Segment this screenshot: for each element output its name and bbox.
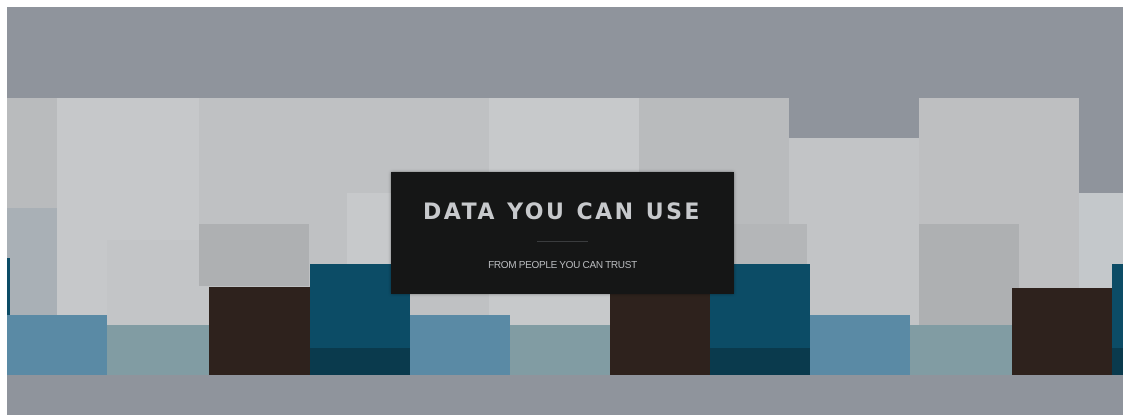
bg-panel	[347, 193, 397, 268]
brown-block	[209, 287, 310, 375]
steel-block	[7, 315, 107, 375]
navy-block	[710, 348, 810, 375]
top-band	[7, 7, 1123, 98]
sage-block	[107, 325, 209, 375]
navy-block	[310, 348, 410, 375]
navy-block	[1112, 348, 1123, 375]
sage-block	[510, 325, 610, 375]
steel-block	[410, 315, 510, 375]
bg-panel	[7, 98, 57, 208]
steel-block	[810, 315, 910, 375]
brown-block	[610, 288, 710, 375]
hero-headline: DATA YOU CAN USE	[423, 200, 702, 225]
hero-banner: DATA YOU CAN USE FROM PEOPLE YOU CAN TRU…	[7, 7, 1123, 415]
divider	[537, 241, 588, 242]
hero-text-box: DATA YOU CAN USE FROM PEOPLE YOU CAN TRU…	[391, 172, 734, 294]
bg-panel	[199, 224, 309, 286]
sage-block	[910, 325, 1014, 375]
brown-block	[1012, 288, 1112, 375]
navy-block	[1112, 264, 1123, 348]
bottom-band	[7, 375, 1123, 415]
hero-tagline: FROM PEOPLE YOU CAN TRUST	[488, 260, 637, 271]
